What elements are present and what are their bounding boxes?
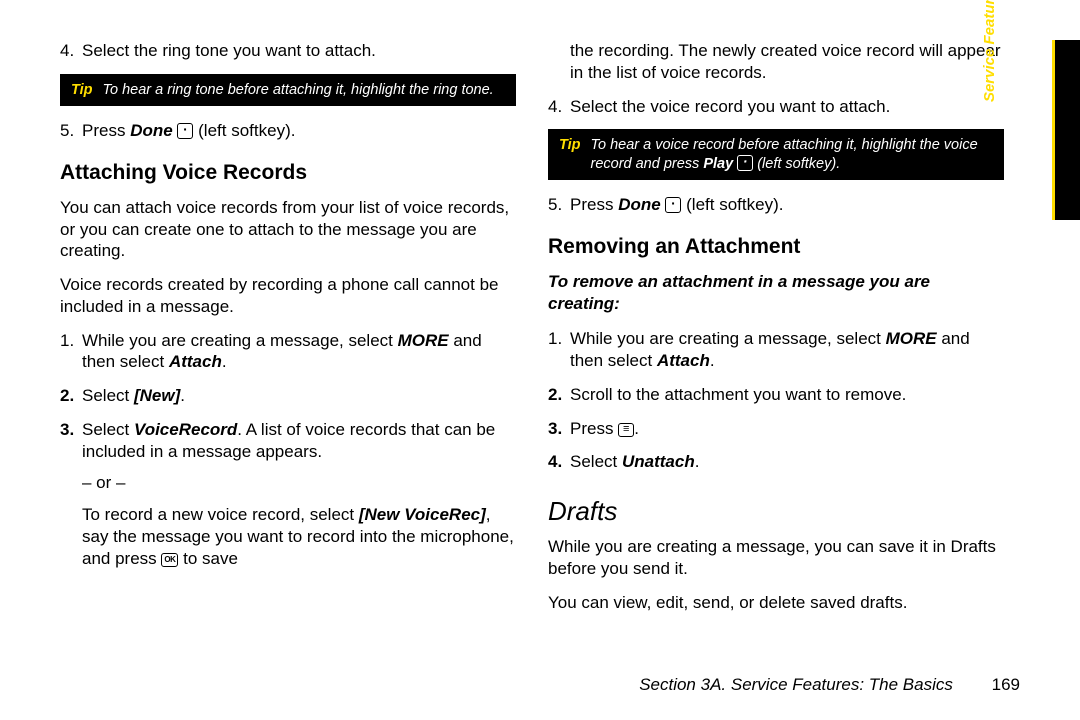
step-text: Select VoiceRecord. A list of voice reco… [82,420,495,461]
step-number: 4. [60,40,74,62]
step-number: 4. [548,96,562,118]
step-number: 3. [548,418,562,440]
tip-box: Tip To hear a ring tone before attaching… [60,74,516,107]
step-number: 1. [548,328,562,350]
page-footer: Section 3A. Service Features: The Basics… [639,674,1020,696]
footer-section: Section 3A. Service Features: The Basics [639,675,953,694]
heading-drafts: Drafts [548,495,1004,528]
tip-body: To hear a voice record before attaching … [590,130,1003,179]
step-number: 2. [60,385,74,407]
right-column: the recording. The newly created voice r… [548,40,1020,626]
step-text: While you are creating a message, select… [82,331,482,372]
softkey-icon [177,123,193,139]
ok-key-icon [161,553,178,567]
step-4: 4. Select the ring tone you want to atta… [60,40,516,62]
sub-step: To record a new voice record, select [Ne… [82,504,516,569]
tip-box: Tip To hear a voice record before attach… [548,129,1004,180]
intro-text: To remove an attachment in a message you… [548,271,1004,315]
step-text: Select Unattach. [570,452,699,471]
step-text: Press . [570,419,639,438]
step-5: 5. Press Done (left softkey). [60,120,516,142]
step-text: Scroll to the attachment you want to rem… [570,385,906,404]
list-item: 5. Press Done (left softkey). [548,194,1004,216]
step-text: Press Done (left softkey). [82,121,295,140]
step-text: Select the voice record you want to atta… [570,97,890,116]
tip-label: Tip [61,75,102,106]
section-tab: Service Features [1052,40,1080,220]
body-text: Voice records created by recording a pho… [60,274,516,318]
body-text: While you are creating a message, you ca… [548,536,1004,580]
step-number: 1. [60,330,74,352]
heading-removing-attachment: Removing an Attachment [548,234,1004,261]
body-text: You can attach voice records from your l… [60,197,516,262]
step-text: Press Done (left softkey). [570,195,783,214]
tip-label: Tip [549,130,590,179]
list-item: 4. Select the voice record you want to a… [548,96,1004,118]
step-number: 5. [60,120,74,142]
section-tab-label: Service Features [980,0,999,132]
page-number: 169 [992,674,1020,696]
body-text: You can view, edit, send, or delete save… [548,592,1004,614]
softkey-icon [665,197,681,213]
step-number: 3. [60,419,74,441]
step-text: Select the ring tone you want to attach. [82,41,376,60]
step-text: Select [New]. [82,386,185,405]
heading-attaching-voice-records: Attaching Voice Records [60,160,516,187]
step-text: While you are creating a message, select… [570,329,970,370]
softkey-icon [737,155,753,171]
list-item: 2. Scroll to the attachment you want to … [548,384,1004,406]
list-item: 4. Select Unattach. [548,451,1004,473]
list-item: 2. Select [New]. [60,385,516,407]
continuation-text: the recording. The newly created voice r… [548,40,1004,84]
list-item: 1. While you are creating a message, sel… [60,330,516,374]
menu-key-icon [618,423,634,437]
or-divider: – or – [82,472,516,494]
list-item: 1. While you are creating a message, sel… [548,328,1004,372]
step-number: 2. [548,384,562,406]
list-item: 3. Select VoiceRecord. A list of voice r… [60,419,516,570]
step-number: 5. [548,194,562,216]
left-column: 4. Select the ring tone you want to atta… [60,40,516,626]
step-number: 4. [548,451,562,473]
tip-body: To hear a ring tone before attaching it,… [102,75,515,106]
list-item: 3. Press . [548,418,1004,440]
